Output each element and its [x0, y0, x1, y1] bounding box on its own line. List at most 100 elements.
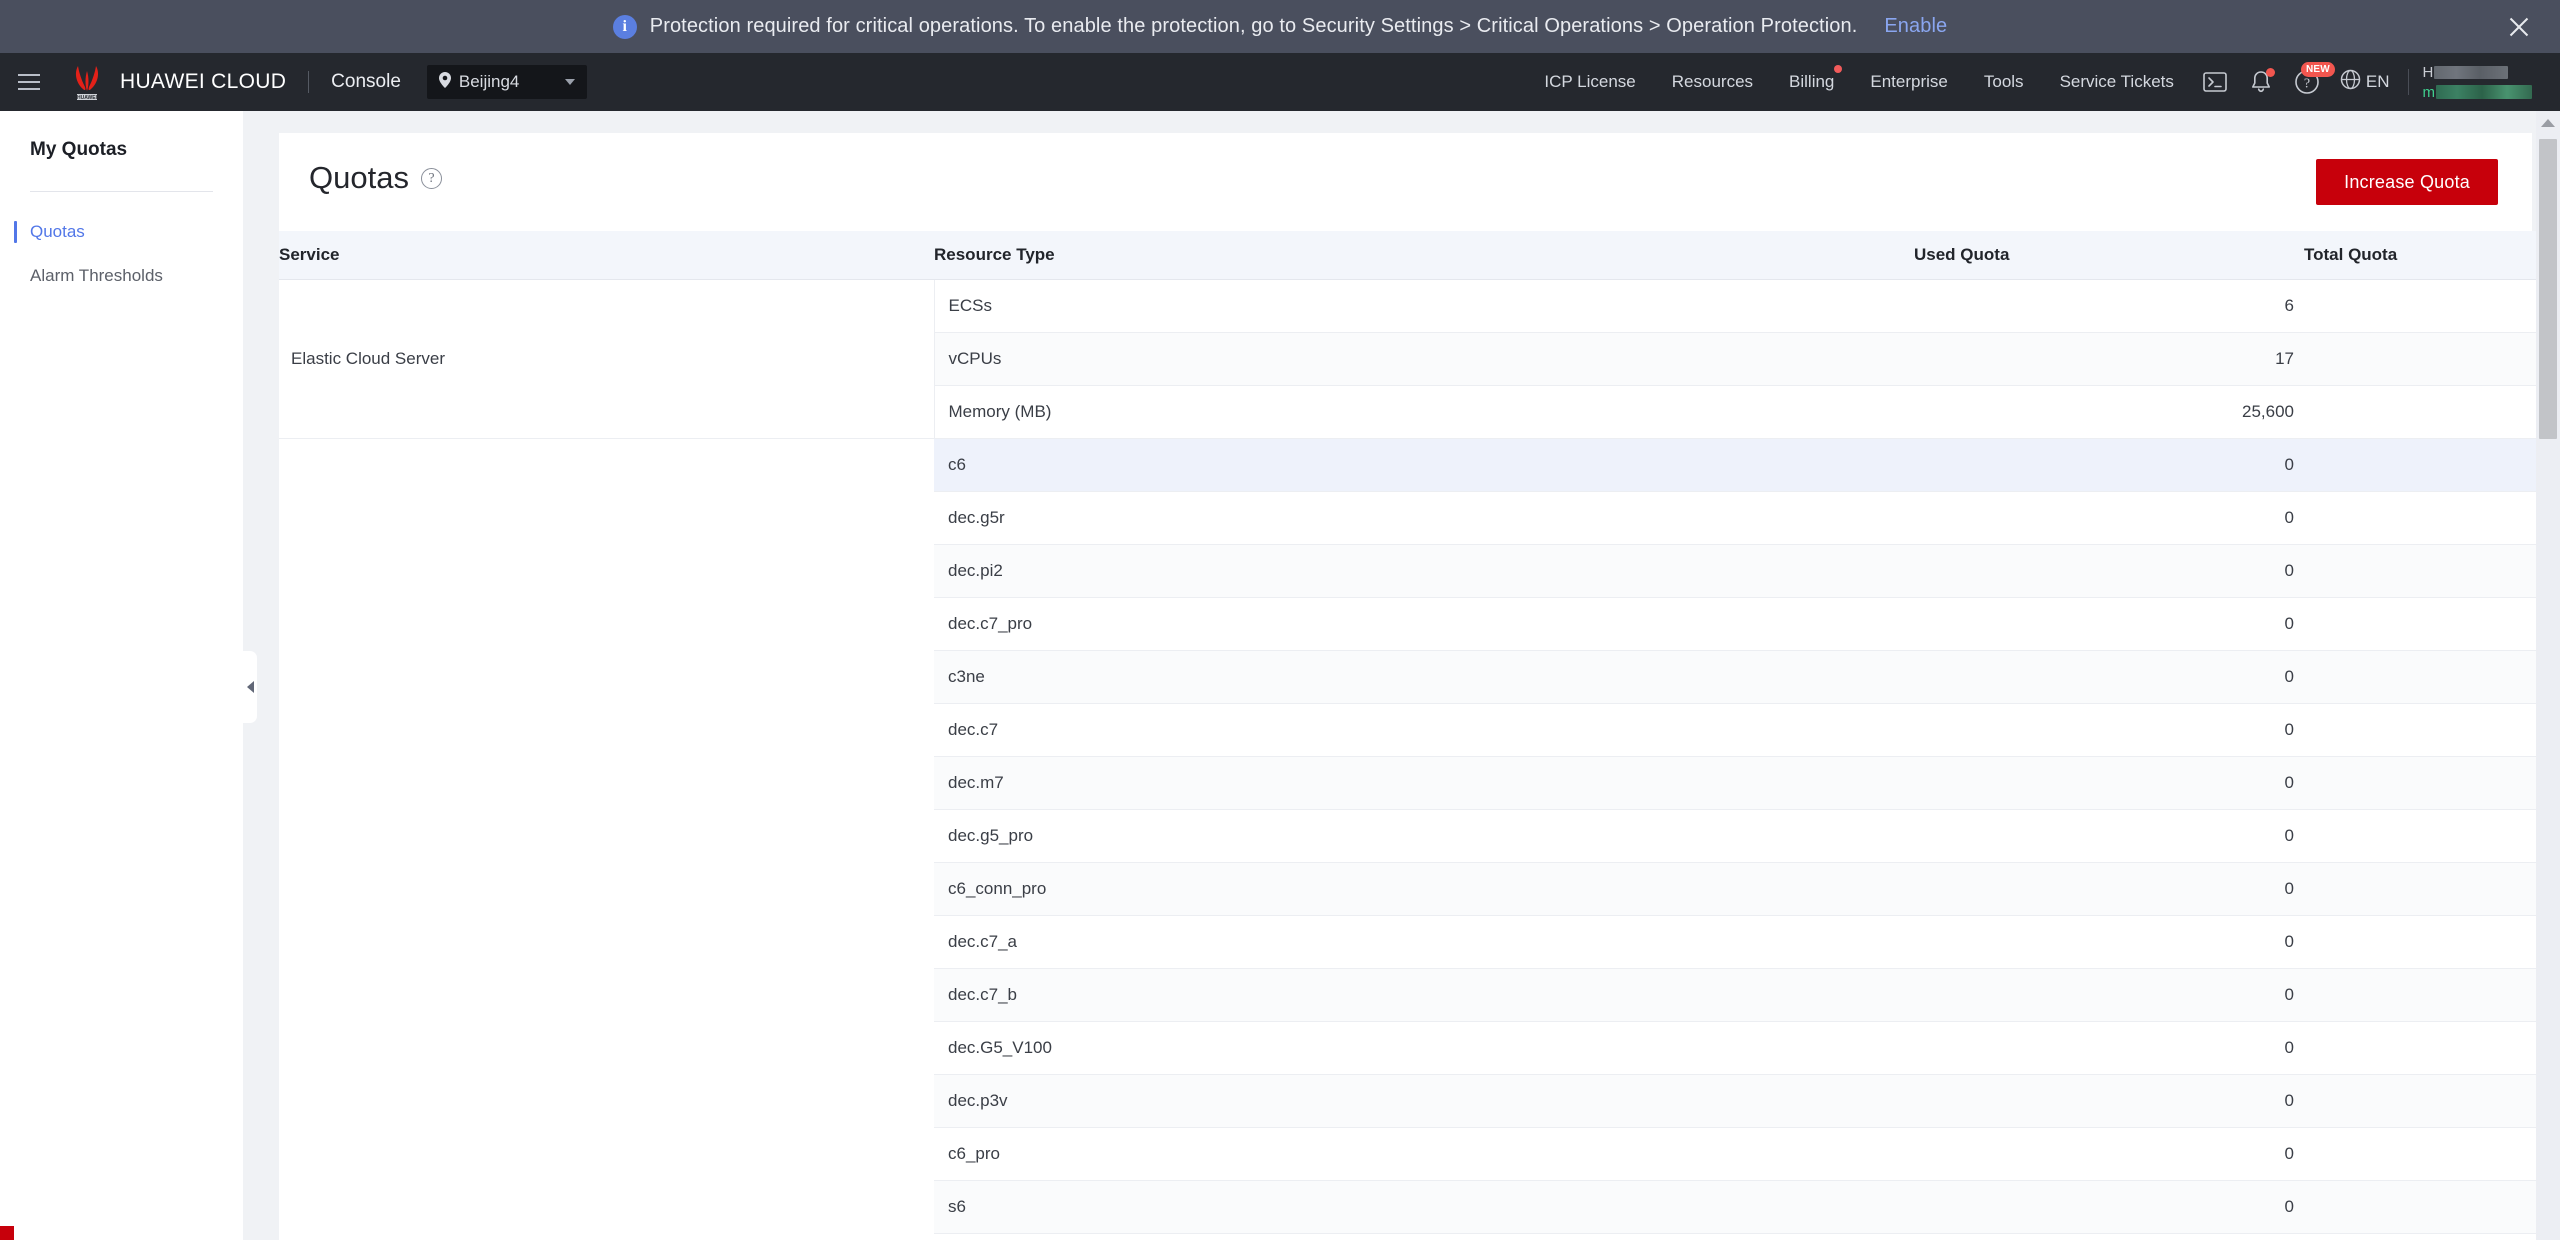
scrollbar-thumb[interactable] — [2539, 139, 2557, 439]
user-account-line-2: m — [2423, 84, 2532, 101]
language-switcher[interactable]: EN — [2330, 69, 2398, 95]
redacted-account-name — [2434, 65, 2509, 79]
help-new-badge: NEW — [2300, 62, 2335, 77]
card-header: Quotas ? Increase Quota — [279, 133, 2532, 205]
sidebar-divider — [30, 191, 213, 192]
cell-used-quota: 0 — [1914, 650, 2304, 704]
cell-used-quota: 0 — [1914, 862, 2304, 916]
cell-total-quota: 100 — [2304, 1180, 2560, 1234]
brand-name: HUAWEI CLOUD — [120, 70, 287, 93]
redacted-user-name — [2436, 85, 2532, 99]
column-header-service[interactable]: Service — [279, 231, 934, 280]
cell-total-quota: 5 — [2304, 650, 2560, 704]
cell-used-quota: 25,600 — [1914, 385, 2304, 439]
cell-resource-type: vCPUs — [934, 332, 1914, 386]
nav-item-service-tickets[interactable]: Service Tickets — [2042, 72, 2192, 92]
table-header-row: Service Resource Type Used Quota Total Q… — [279, 231, 2560, 280]
brand-block[interactable]: HUAWEI HUAWEI CLOUD — [68, 62, 286, 102]
cell-used-quota: 17 — [1914, 332, 2304, 386]
chevron-down-icon — [564, 79, 575, 85]
cell-resource-type: c6_conn_pro — [934, 862, 1914, 916]
cell-total-quota: 100 — [2304, 597, 2560, 651]
collapse-left-arrow-icon[interactable] — [243, 651, 257, 723]
help-question-icon[interactable]: ? — [420, 168, 442, 189]
sidebar-item-label: Quotas — [30, 222, 85, 241]
main-content-area: Quotas ? Increase Quota Service Resource… — [243, 111, 2560, 1240]
cell-used-quota: 0 — [1914, 968, 2304, 1022]
cell-total-quota: 100 — [2304, 438, 2560, 492]
cell-total-quota: 100 — [2304, 968, 2560, 1022]
bell-notification-icon[interactable] — [2238, 59, 2284, 105]
column-header-resource-type[interactable]: Resource Type — [934, 231, 1914, 280]
notification-alert-dot-icon — [2265, 68, 2275, 77]
cell-total-quota: 800 — [2304, 332, 2560, 386]
region-selector[interactable]: Beijing4 — [426, 65, 587, 99]
sidebar-menu: Quotas Alarm Thresholds — [0, 210, 243, 298]
notification-banner: i Protection required for critical opera… — [0, 0, 2560, 53]
cell-total-quota: 0 — [2304, 1233, 2560, 1240]
cell-used-quota: 0 — [1914, 1233, 2304, 1240]
cell-total-quota: 100 — [2304, 862, 2560, 916]
cell-total-quota: 100 — [2304, 491, 2560, 545]
sidebar: My Quotas Quotas Alarm Thresholds — [0, 111, 257, 1240]
user-account-menu[interactable]: H m — [2423, 64, 2537, 101]
info-icon: i — [612, 14, 637, 39]
nav-item-tools[interactable]: Tools — [1966, 72, 2042, 92]
console-link[interactable]: Console — [331, 71, 401, 93]
nav-label: Service Tickets — [2059, 72, 2174, 91]
cell-total-quota: 100 — [2304, 703, 2560, 757]
cell-resource-type: c6_pro — [934, 1127, 1914, 1181]
nav-label: Tools — [1983, 72, 2024, 91]
scroll-up-arrow-icon[interactable] — [2541, 119, 2555, 127]
sidebar-item-quotas[interactable]: Quotas — [0, 210, 243, 254]
cell-used-quota: 0 — [1914, 809, 2304, 863]
region-name: Beijing4 — [458, 72, 520, 91]
cell-resource-type: dec.g5_pro — [934, 809, 1914, 863]
cell-resource-type: s6 — [934, 1180, 1914, 1234]
corner-accent — [0, 1226, 14, 1240]
cell-resource-type: c6 — [934, 438, 1914, 492]
table-row[interactable]: c60100 — [279, 438, 2560, 1240]
nav-label: Enterprise — [1870, 72, 1948, 91]
cell-used-quota: 6 — [1914, 279, 2304, 333]
user-account-line-1: H — [2423, 64, 2533, 81]
page-body: My Quotas Quotas Alarm Thresholds Quotas… — [0, 111, 2560, 1240]
cloudshell-terminal-icon[interactable] — [2192, 59, 2238, 105]
nav-divider — [308, 71, 310, 93]
language-label: EN — [2365, 72, 2390, 91]
cell-resource-type: dec.pi2 — [934, 544, 1914, 598]
nav-item-icp-license[interactable]: ICP License — [1526, 72, 1653, 92]
enable-protection-link[interactable]: Enable — [1884, 15, 1947, 38]
cell-total-quota: 200 — [2304, 279, 2560, 333]
cell-resource-type: dec.m7 — [934, 756, 1914, 810]
nav-item-billing[interactable]: Billing — [1771, 65, 1852, 92]
cell-used-quota: 0 — [1914, 1021, 2304, 1075]
cell-resource-type: dec.p3v — [934, 1074, 1914, 1128]
nav-item-resources[interactable]: Resources — [1654, 72, 1771, 92]
globe-icon — [2340, 69, 2361, 95]
hamburger-menu-icon[interactable] — [0, 53, 58, 111]
column-header-used-quota[interactable]: Used Quota — [1914, 231, 2304, 280]
cell-service-empty — [279, 438, 934, 1240]
increase-quota-button[interactable]: Increase Quota — [2316, 159, 2498, 205]
cell-service: Elastic Cloud Server — [279, 279, 935, 439]
column-header-total-quota[interactable]: Total Quota — [2304, 231, 2560, 280]
quotas-table: Service Resource Type Used Quota Total Q… — [279, 231, 2560, 1240]
nav-item-enterprise[interactable]: Enterprise — [1852, 72, 1965, 92]
topnav-right-group: ICP License Resources Billing Enterprise… — [1526, 59, 2536, 105]
nav-label: Billing — [1789, 72, 1835, 91]
help-question-icon[interactable]: ? NEW — [2284, 59, 2335, 105]
cell-used-quota: 0 — [1914, 597, 2304, 651]
svg-text:?: ? — [2304, 77, 2310, 92]
page-scrollbar[interactable] — [2536, 111, 2560, 1240]
top-navigation-bar: HUAWEI HUAWEI CLOUD Console Beijing4 ICP… — [0, 53, 2560, 111]
cell-total-quota: 100 — [2304, 809, 2560, 863]
cell-total-quota: 1,638,400 — [2304, 385, 2560, 439]
nav-label: ICP License — [1544, 72, 1636, 91]
cell-used-quota: 0 — [1914, 915, 2304, 969]
table-row[interactable]: Elastic Cloud ServerECSs6200 — [279, 279, 2560, 439]
sidebar-item-alarm-thresholds[interactable]: Alarm Thresholds — [0, 254, 243, 298]
quotas-card: Quotas ? Increase Quota Service Resource… — [279, 133, 2560, 1240]
notification-text: Protection required for critical operati… — [649, 15, 1858, 37]
close-icon[interactable] — [2502, 10, 2536, 44]
